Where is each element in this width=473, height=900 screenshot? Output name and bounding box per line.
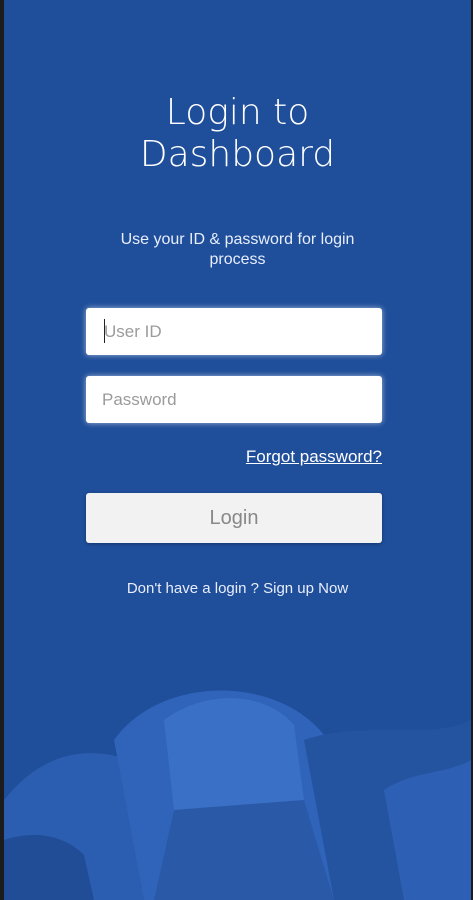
- text-cursor: [104, 319, 105, 343]
- login-button[interactable]: Login: [86, 493, 382, 543]
- user-id-input[interactable]: [86, 308, 382, 355]
- page-title: Login to Dashboard: [139, 92, 336, 175]
- password-input[interactable]: [86, 376, 382, 423]
- page-subtitle: Use your ID & password for login process: [120, 231, 355, 268]
- signup-link[interactable]: Don't have a login ? Sign up Now: [4, 580, 471, 597]
- forgot-password-link[interactable]: Forgot password?: [246, 447, 382, 467]
- backpack-illustration: [4, 690, 471, 900]
- login-screen: Login to Dashboard Use your ID & passwor…: [4, 0, 471, 900]
